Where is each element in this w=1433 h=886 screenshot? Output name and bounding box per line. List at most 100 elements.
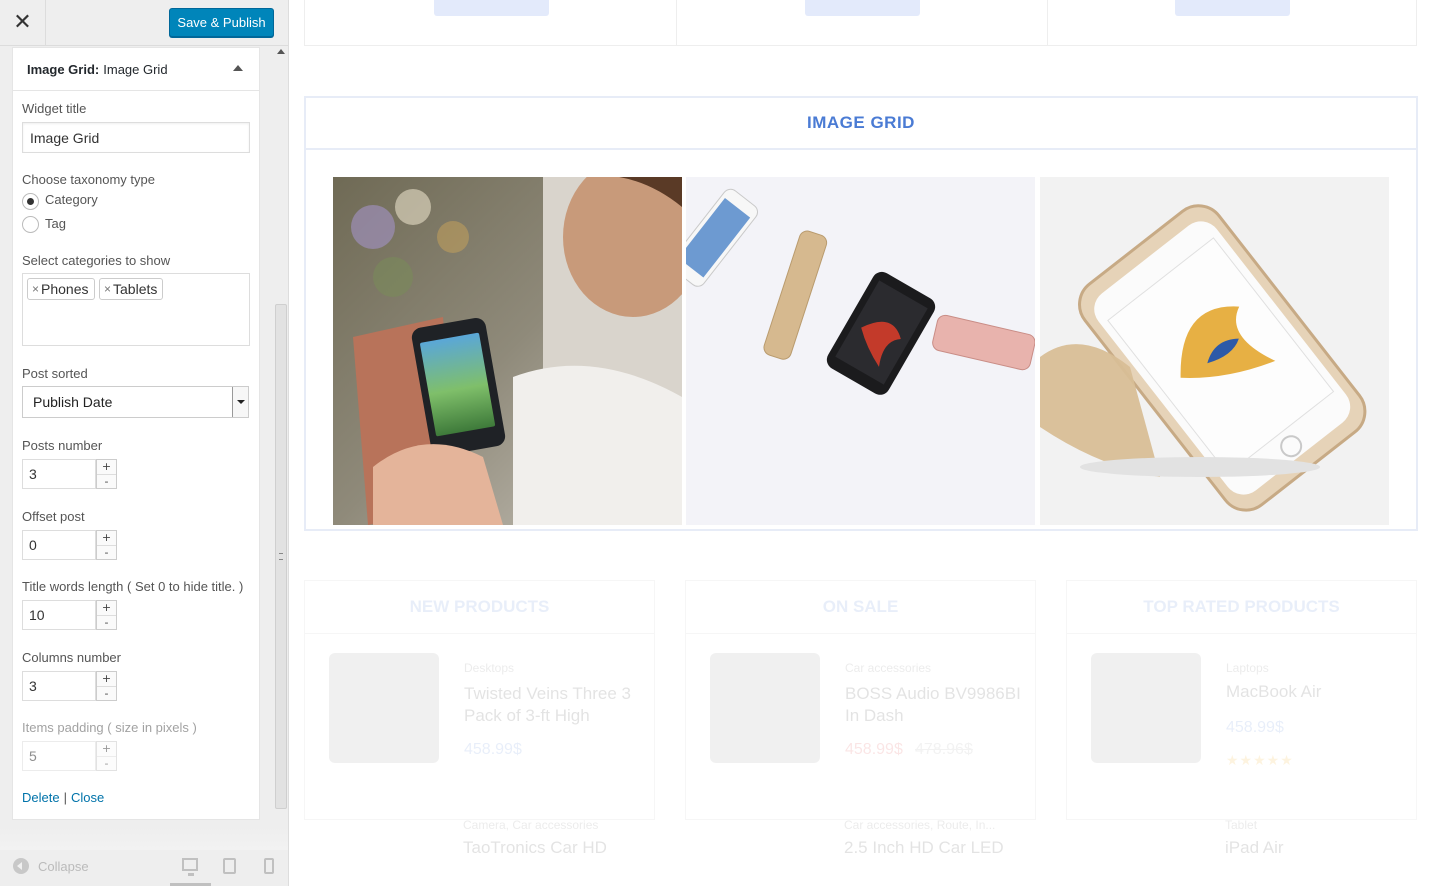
product-column: ON SALE Car accessories BOSS Audio BV998… [685,580,1036,820]
collapse-icon[interactable] [13,858,29,874]
collapse-button[interactable]: Collapse [38,859,89,874]
close-link[interactable]: Close [71,790,104,805]
columns-input[interactable]: 3 [22,671,96,701]
increment-icon[interactable]: + [97,742,116,756]
product-old-price: 478.96$ [915,741,973,758]
product-category[interactable]: Car accessories [845,661,931,675]
grip-icon [279,553,283,560]
product-category[interactable]: Laptops [1226,661,1269,675]
divider [1047,0,1048,46]
taxonomy-label: Choose taxonomy type [22,172,155,187]
increment-icon[interactable]: + [97,672,116,686]
image-grid-widget: IMAGE GRID [304,96,1418,531]
decrement-icon[interactable]: - [97,615,116,629]
product-category[interactable]: Tablet [1225,818,1257,832]
product-name[interactable]: Twisted Veins Three 3 Pack of 3-ft High [464,683,644,727]
decrement-icon[interactable]: - [97,756,116,770]
category-chip[interactable]: × Phones [27,278,95,300]
separator: | [63,790,67,805]
product-category[interactable]: Camera, Car accessories [463,818,598,832]
product-price: 458.99$ [464,741,522,758]
padding-input[interactable]: 5 [22,741,96,771]
site-preview: IMAGE GRID NEW PRODUCTS Desktops Twisted… [290,0,1433,886]
sort-label: Post sorted [22,366,88,381]
widget-actions: Delete | Close [22,790,104,805]
widget-title-input[interactable]: Image Grid [22,122,250,153]
dropdown-arrow-icon[interactable] [232,387,248,417]
increment-icon[interactable]: + [97,460,116,474]
posts-number-input[interactable]: 3 [22,459,96,489]
grid-image-gold-iphone[interactable] [1040,177,1389,525]
product-column: TOP RATED PRODUCTS Laptops MacBook Air 4… [1066,580,1417,820]
collapse-arrow-icon[interactable] [233,65,243,71]
product-image[interactable] [1091,653,1201,763]
delete-link[interactable]: Delete [22,790,60,805]
remove-icon[interactable]: × [104,282,111,296]
save-publish-button[interactable]: Save & Publish [169,8,274,37]
close-icon[interactable]: ✕ [0,0,46,45]
product-price: 458.99$ [1226,719,1284,736]
section-button[interactable] [434,0,549,16]
widget-title-label: Widget title [22,101,87,116]
widget-type-label: Image Grid: [27,61,100,77]
product-image[interactable] [710,653,820,763]
taxonomy-option-category: Category [45,192,98,207]
columns-stepper[interactable]: + - [96,671,117,701]
padding-stepper[interactable]: + - [96,741,117,771]
product-column: NEW PRODUCTS Desktops Twisted Veins Thre… [304,580,655,820]
product-column-title: NEW PRODUCTS [305,581,654,634]
customizer-panel: ✕ Save & Publish Image Grid: Image Grid … [0,0,289,886]
mobile-icon[interactable] [264,858,274,874]
title-words-stepper[interactable]: + - [96,600,117,630]
posts-number-stepper[interactable]: + - [96,459,117,489]
categories-multiselect[interactable]: × Phones × Tablets [22,273,250,346]
product-name[interactable]: iPad Air [1225,838,1284,858]
offset-input[interactable]: 0 [22,530,96,560]
product-name[interactable]: BOSS Audio BV9986BI In Dash [845,683,1025,727]
title-words-label: Title words length ( Set 0 to hide title… [22,579,244,594]
taxonomy-radio-category[interactable] [22,193,39,210]
sort-select-value: Publish Date [33,394,113,410]
product-category[interactable]: Car accessories, Route, In... [844,818,995,832]
product-name[interactable]: TaoTronics Car HD [463,838,607,858]
scroll-up-icon[interactable] [277,49,285,54]
widget-image-grid: Image Grid: Image Grid [12,47,260,820]
categories-label: Select categories to show [22,253,171,268]
product-image[interactable] [329,653,439,763]
decrement-icon[interactable]: - [97,545,116,559]
title-words-input[interactable]: 10 [22,600,96,630]
sort-select[interactable]: Publish Date [22,386,249,418]
panel-header: ✕ Save & Publish [0,0,288,46]
desktop-icon[interactable] [182,858,198,876]
panel-scrollbar[interactable] [274,46,288,841]
scroll-thumb[interactable] [275,304,287,809]
product-column-title: TOP RATED PRODUCTS [1067,581,1416,634]
previous-section [304,0,1417,46]
widget-name-label: Image Grid [103,61,168,77]
widget-title-bar[interactable]: Image Grid: Image Grid [13,48,259,91]
increment-icon[interactable]: + [97,531,116,545]
padding-label: Items padding ( size in pixels ) [22,720,197,735]
panel-footer: Collapse [0,846,288,886]
posts-number-label: Posts number [22,438,103,453]
products-section: NEW PRODUCTS Desktops Twisted Veins Thre… [304,580,1418,886]
image-grid-title: IMAGE GRID [306,98,1416,150]
grid-image-iphones[interactable] [686,177,1035,525]
grid-image-phones[interactable] [333,177,682,525]
divider [676,0,677,46]
product-name[interactable]: 2.5 Inch HD Car LED [844,838,1004,858]
tablet-icon[interactable] [223,858,236,874]
product-category[interactable]: Desktops [464,661,514,675]
decrement-icon[interactable]: - [97,474,116,488]
decrement-icon[interactable]: - [97,686,116,700]
section-button[interactable] [805,0,920,16]
remove-icon[interactable]: × [32,282,39,296]
product-name[interactable]: MacBook Air [1226,681,1406,703]
taxonomy-radio-tag[interactable] [22,216,39,233]
section-button[interactable] [1175,0,1290,16]
increment-icon[interactable]: + [97,601,116,615]
offset-stepper[interactable]: + - [96,530,117,560]
category-chip[interactable]: × Tablets [99,278,164,300]
offset-label: Offset post [22,509,85,524]
rating-stars-icon: ★★★★★ [1226,753,1294,769]
